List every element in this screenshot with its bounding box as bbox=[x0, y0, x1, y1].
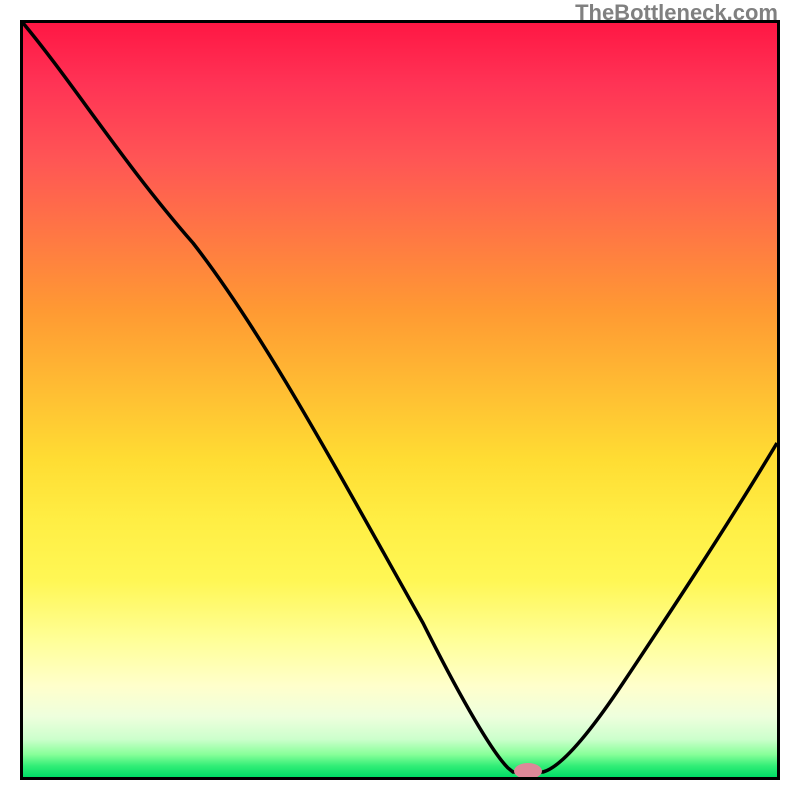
marker-dot bbox=[514, 763, 542, 777]
chart-container: TheBottleneck.com bbox=[0, 0, 800, 800]
plot-area bbox=[20, 20, 780, 780]
bottleneck-curve-path bbox=[23, 23, 777, 772]
curve-svg bbox=[23, 23, 777, 777]
